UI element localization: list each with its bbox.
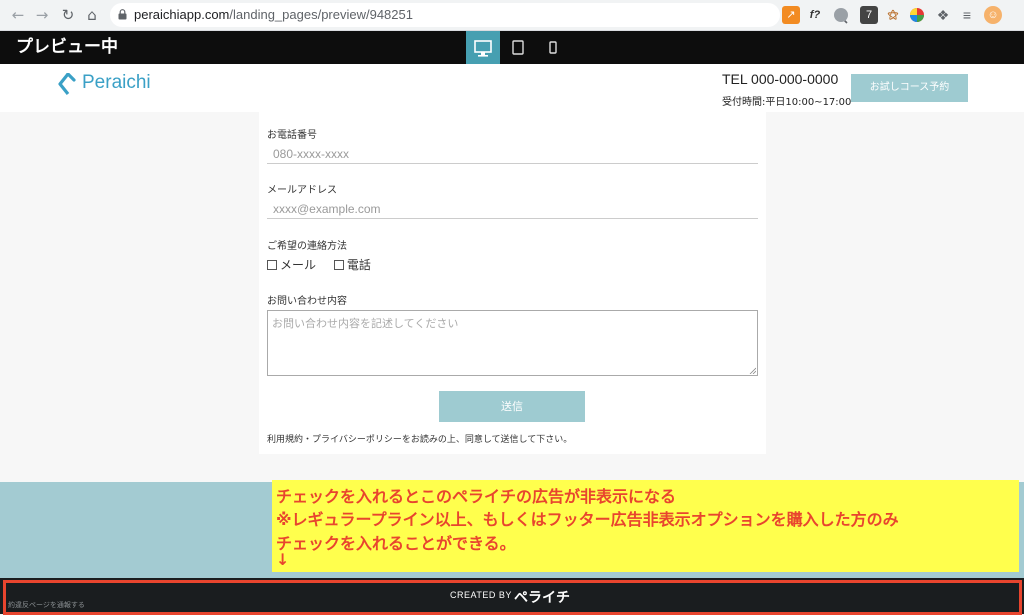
back-arrow-icon[interactable]: ←	[8, 5, 28, 25]
branch-extension-icon[interactable]: ⚝	[884, 6, 902, 24]
desktop-view-button[interactable]	[466, 31, 500, 64]
phone-label: お電話番号	[267, 130, 317, 141]
reading-list-icon[interactable]: ≡	[958, 6, 976, 24]
terms-notice: 利用規約・プライバシーポリシーをお読みの上、同意して送信して下さい。	[267, 435, 573, 445]
business-hours: 受付時間:平日10:00~17:00	[722, 97, 852, 108]
peraichi-logo-icon	[58, 73, 76, 95]
mail-checkbox[interactable]	[267, 259, 277, 270]
email-input[interactable]	[267, 199, 758, 219]
address-bar[interactable]: peraichiapp.com/landing_pages/preview/94…	[110, 3, 873, 27]
footer-highlight-frame	[3, 580, 1022, 615]
contact-method-label: ご希望の連絡方法	[267, 241, 347, 252]
inquiry-textarea[interactable]	[267, 310, 758, 376]
contact-method-options: メール 電話	[267, 256, 385, 273]
contact-option-mail[interactable]: メール	[267, 256, 316, 273]
profile-avatar-icon[interactable]: ☺	[984, 6, 1002, 24]
tablet-view-button[interactable]	[502, 31, 536, 64]
phone-option-label: 電話	[346, 258, 371, 272]
url-text: peraichiapp.com/landing_pages/preview/94…	[134, 3, 413, 27]
trial-course-button[interactable]: お試しコース予約	[851, 74, 968, 102]
annotation-line-3: チェックを入れることができる。	[276, 534, 516, 553]
contact-option-phone[interactable]: 電話	[333, 256, 371, 273]
inquiry-label: お問い合わせ内容	[267, 296, 347, 307]
annotation-line-2: ※レギュラープライン以上、もしくはフッター広告非表示オプションを購入した方のみ	[276, 510, 899, 529]
home-icon[interactable]: ⌂	[82, 5, 102, 25]
preview-label: プレビュー中	[16, 37, 118, 57]
phone-input[interactable]	[267, 144, 758, 164]
seven-extension-icon[interactable]: 7	[860, 6, 878, 24]
url-host: peraichiapp.com	[134, 7, 230, 22]
mobile-view-button[interactable]	[536, 31, 570, 64]
browser-toolbar: ← → ↻ ⌂ peraichiapp.com/landing_pages/pr…	[0, 0, 1024, 31]
annotation-line-1: チェックを入れるとこのペライチの広告が非表示になる	[276, 487, 677, 506]
formula-extension-icon[interactable]: f?	[806, 6, 824, 24]
desktop-icon	[474, 40, 492, 57]
chart-extension-icon[interactable]: ↗	[782, 6, 800, 24]
reload-icon[interactable]: ↻	[58, 5, 78, 25]
color-wheel-extension-icon[interactable]	[908, 6, 926, 24]
site-header: Peraichi TEL 000-000-0000 受付時間:平日10:00~1…	[0, 64, 1024, 112]
annotation-arrow: ↓	[276, 550, 290, 569]
phone-number: TEL 000-000-0000	[722, 71, 839, 87]
tablet-icon	[512, 40, 524, 55]
mobile-icon	[549, 41, 557, 54]
forward-arrow-icon[interactable]: →	[32, 5, 52, 25]
phone-checkbox[interactable]	[333, 259, 344, 270]
preview-bar: プレビュー中	[0, 31, 1024, 64]
annotation-box: チェックを入れるとこのペライチの広告が非表示になる ※レギュラープライン以上、も…	[272, 480, 1019, 572]
logo-text[interactable]: Peraichi	[82, 72, 151, 94]
submit-button[interactable]: 送信	[439, 391, 585, 422]
email-label: メールアドレス	[267, 185, 337, 196]
puzzle-icon[interactable]: ❖	[934, 6, 952, 24]
url-path: /landing_pages/preview/948251	[229, 7, 413, 22]
circle-extension-icon[interactable]	[834, 8, 848, 22]
resize-grip-icon[interactable]	[749, 367, 756, 374]
mail-option-label: メール	[280, 258, 317, 272]
lock-icon	[118, 9, 127, 20]
